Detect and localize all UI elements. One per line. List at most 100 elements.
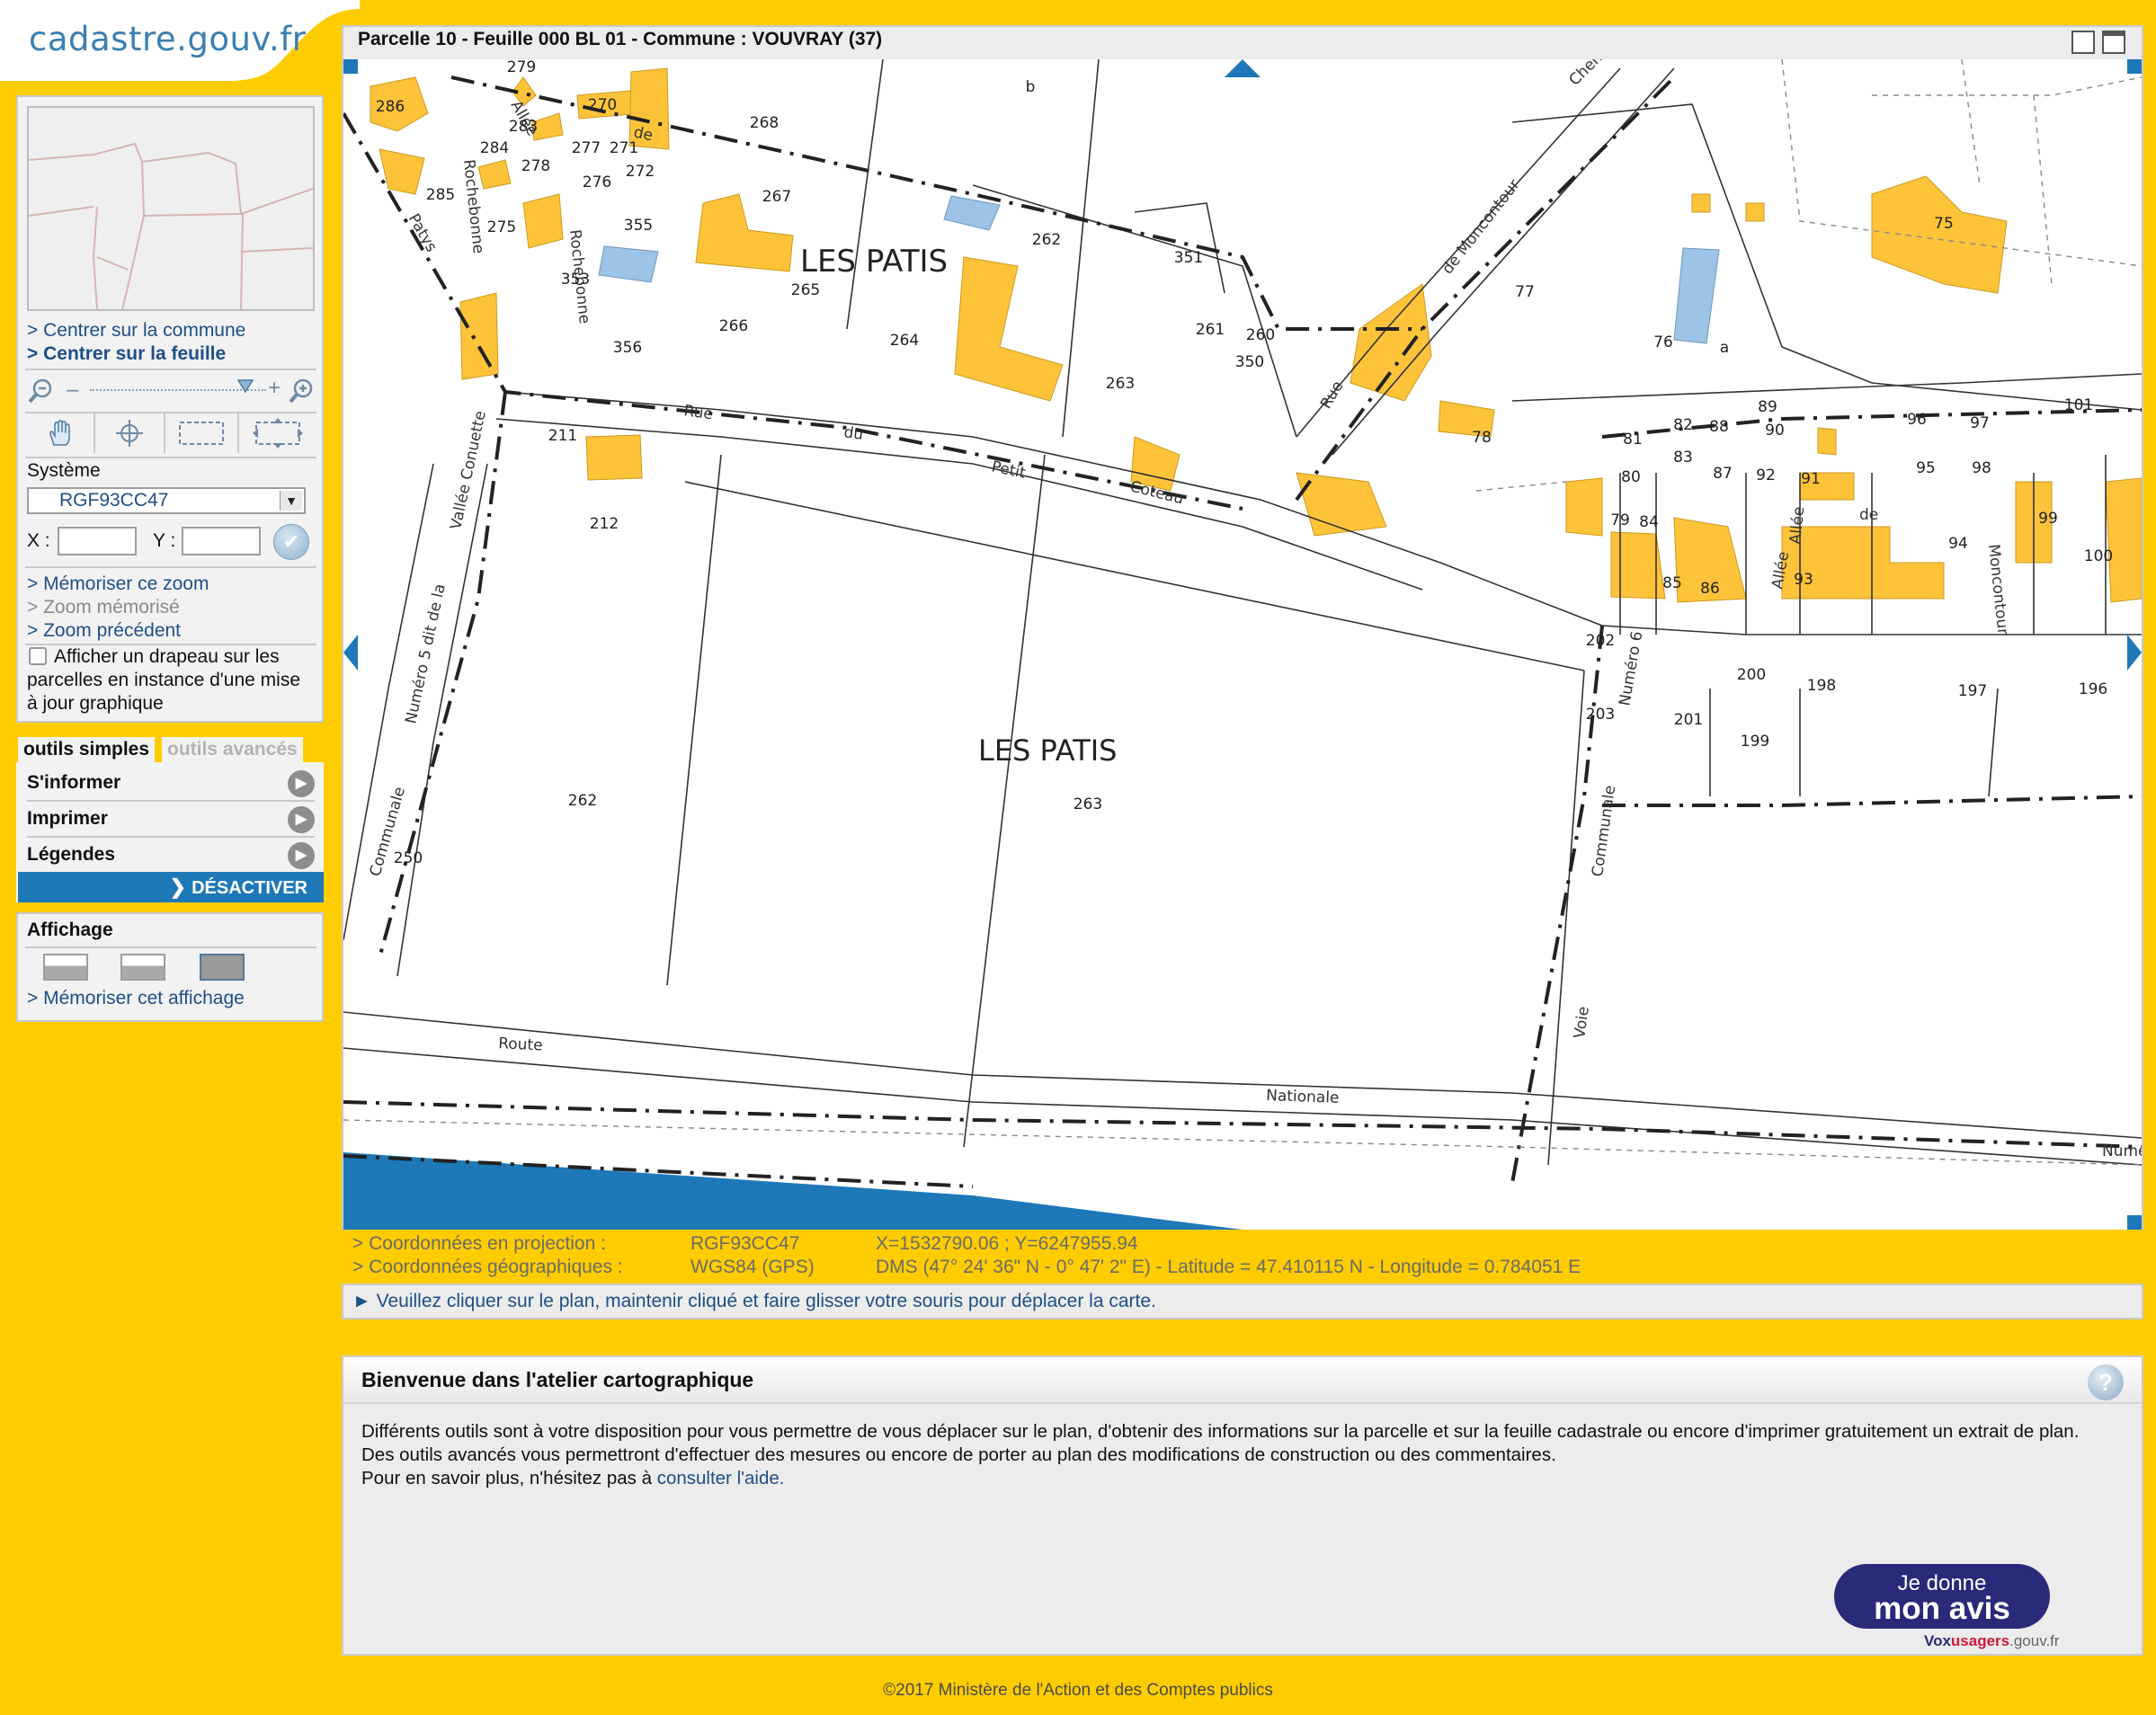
- parcel-number[interactable]: 271: [610, 139, 638, 157]
- parcel-number[interactable]: 285: [426, 186, 455, 204]
- parcel-number[interactable]: 261: [1196, 321, 1225, 339]
- cadastral-map[interactable]: LES PATIS LES PATIS Rue du Petit Coteau …: [343, 59, 2142, 1230]
- pan-north-icon[interactable]: [1225, 59, 1261, 77]
- consult-help-link[interactable]: consulter l'aide.: [657, 1468, 785, 1488]
- parcel-number[interactable]: 84: [1639, 513, 1659, 531]
- parcel-number[interactable]: 283: [509, 118, 538, 136]
- parcel-number[interactable]: 277: [572, 139, 601, 157]
- display-mode-2-button[interactable]: [120, 954, 165, 981]
- parcel-number[interactable]: 199: [1741, 733, 1769, 751]
- parcel-number[interactable]: b: [1026, 78, 1036, 96]
- parcel-number[interactable]: 276: [583, 173, 611, 191]
- pan-west-icon[interactable]: [343, 635, 358, 671]
- parcel-number[interactable]: 97: [1970, 414, 1990, 432]
- parcel-number[interactable]: 76: [1653, 333, 1673, 351]
- tool-legendes[interactable]: Légendes ▶: [27, 838, 315, 872]
- play-arrow-icon[interactable]: ▶: [288, 770, 315, 797]
- zoom-plus-icon[interactable]: +: [268, 376, 281, 401]
- display-mode-3-button[interactable]: [200, 954, 245, 981]
- parcel-number[interactable]: 250: [394, 849, 423, 867]
- parcel-number[interactable]: 284: [480, 139, 509, 157]
- parcel-number[interactable]: 75: [1934, 215, 1954, 233]
- tool-imprimer[interactable]: Imprimer ▶: [27, 802, 315, 838]
- parcel-number[interactable]: a: [1720, 339, 1729, 357]
- previous-zoom-link[interactable]: > Zoom précédent: [27, 620, 181, 642]
- parcel-number[interactable]: 270: [588, 96, 617, 114]
- parcel-number[interactable]: 78: [1472, 429, 1492, 447]
- parcel-number[interactable]: 263: [1074, 795, 1102, 813]
- parcel-number[interactable]: 98: [1972, 459, 1991, 477]
- give-feedback-button[interactable]: Je donne mon avis: [1834, 1564, 2050, 1629]
- saved-zoom-link[interactable]: > Zoom mémorisé: [27, 597, 180, 618]
- parcel-number[interactable]: 212: [590, 515, 619, 533]
- parcel-number[interactable]: 80: [1621, 468, 1641, 486]
- zoom-box-icon[interactable]: [165, 413, 239, 453]
- parcel-number[interactable]: 356: [613, 339, 642, 357]
- save-display-link[interactable]: > Mémoriser cet affichage: [27, 988, 245, 1009]
- parcel-number[interactable]: 96: [1907, 411, 1927, 429]
- parcel-number[interactable]: 81: [1623, 431, 1643, 449]
- parcel-number[interactable]: 196: [2079, 680, 2107, 698]
- parcel-number[interactable]: 355: [624, 217, 653, 235]
- check-icon[interactable]: ✔: [273, 524, 309, 560]
- parcel-number[interactable]: 265: [791, 281, 820, 299]
- parcel-number[interactable]: 85: [1662, 574, 1682, 592]
- zoom-in-icon[interactable]: [286, 374, 318, 406]
- center-sheet-link[interactable]: > Centrer sur la feuille: [27, 343, 226, 365]
- zoom-slider-handle-icon[interactable]: [236, 379, 254, 400]
- restore-window-icon[interactable]: [2071, 31, 2095, 54]
- parcel-number[interactable]: 260: [1246, 326, 1275, 344]
- parcel-number[interactable]: 286: [376, 98, 405, 116]
- parcel-number[interactable]: 351: [1174, 249, 1203, 267]
- parcel-number[interactable]: 279: [507, 59, 536, 76]
- deactivate-button[interactable]: ❯ DÉSACTIVER: [18, 872, 324, 902]
- overview-map[interactable]: [27, 106, 315, 311]
- parcel-number[interactable]: 197: [1958, 682, 1987, 700]
- maximize-window-icon[interactable]: [2102, 31, 2125, 54]
- parcel-number[interactable]: 91: [1801, 470, 1821, 488]
- display-mode-1-button[interactable]: [43, 954, 88, 981]
- chevron-down-icon[interactable]: ▼: [280, 491, 302, 511]
- zoom-out-icon[interactable]: [25, 374, 58, 406]
- parcel-number[interactable]: 93: [1794, 571, 1813, 589]
- parcel-number[interactable]: 350: [1235, 353, 1264, 371]
- pan-hand-icon[interactable]: [25, 413, 95, 453]
- parcel-number[interactable]: 267: [762, 188, 791, 206]
- parcel-number[interactable]: 99: [2038, 510, 2058, 528]
- parcel-number[interactable]: 201: [1674, 711, 1703, 729]
- center-commune-link[interactable]: > Centrer sur la commune: [27, 320, 245, 342]
- parcel-number[interactable]: 90: [1765, 422, 1785, 440]
- save-zoom-link[interactable]: > Mémoriser ce zoom: [27, 573, 209, 595]
- parcel-number[interactable]: 275: [487, 218, 516, 236]
- play-arrow-icon[interactable]: ▶: [288, 842, 315, 869]
- parcel-number[interactable]: 353: [561, 271, 590, 289]
- parcel-number[interactable]: 83: [1673, 449, 1693, 467]
- parcel-number[interactable]: 266: [719, 317, 748, 335]
- question-icon[interactable]: ?: [2088, 1364, 2124, 1400]
- parcel-number[interactable]: 278: [521, 157, 550, 175]
- parcel-number[interactable]: 94: [1948, 535, 1968, 553]
- crosshair-icon[interactable]: [95, 413, 165, 453]
- parcel-number[interactable]: 95: [1916, 459, 1936, 477]
- parcel-number[interactable]: 263: [1106, 375, 1135, 393]
- y-input[interactable]: [182, 527, 261, 555]
- parcel-number[interactable]: 88: [1709, 418, 1729, 436]
- parcel-number[interactable]: 92: [1756, 467, 1776, 484]
- map-canvas[interactable]: LES PATIS LES PATIS Rue du Petit Coteau …: [343, 59, 2142, 1230]
- parcel-number[interactable]: 198: [1807, 677, 1836, 695]
- full-extent-icon[interactable]: [239, 413, 316, 453]
- parcel-number[interactable]: 202: [1586, 632, 1615, 650]
- parcel-number[interactable]: 262: [568, 792, 597, 810]
- zoom-minus-icon[interactable]: –: [67, 378, 78, 403]
- parcel-number[interactable]: 272: [626, 163, 655, 181]
- tab-simple-tools[interactable]: outils simples: [18, 737, 156, 762]
- tab-advanced-tools[interactable]: outils avancés: [162, 737, 303, 762]
- tool-informer[interactable]: S'informer ▶: [27, 766, 315, 802]
- voxusagers-logo[interactable]: Voxusagers.gouv.fr: [1924, 1632, 2060, 1650]
- parcel-number[interactable]: 262: [1032, 231, 1061, 249]
- parcel-number[interactable]: 87: [1713, 465, 1733, 483]
- pan-east-icon[interactable]: [2127, 635, 2142, 671]
- parcel-number[interactable]: 101: [2064, 396, 2093, 414]
- parcel-number[interactable]: 89: [1758, 398, 1777, 416]
- parcel-number[interactable]: 200: [1737, 666, 1766, 684]
